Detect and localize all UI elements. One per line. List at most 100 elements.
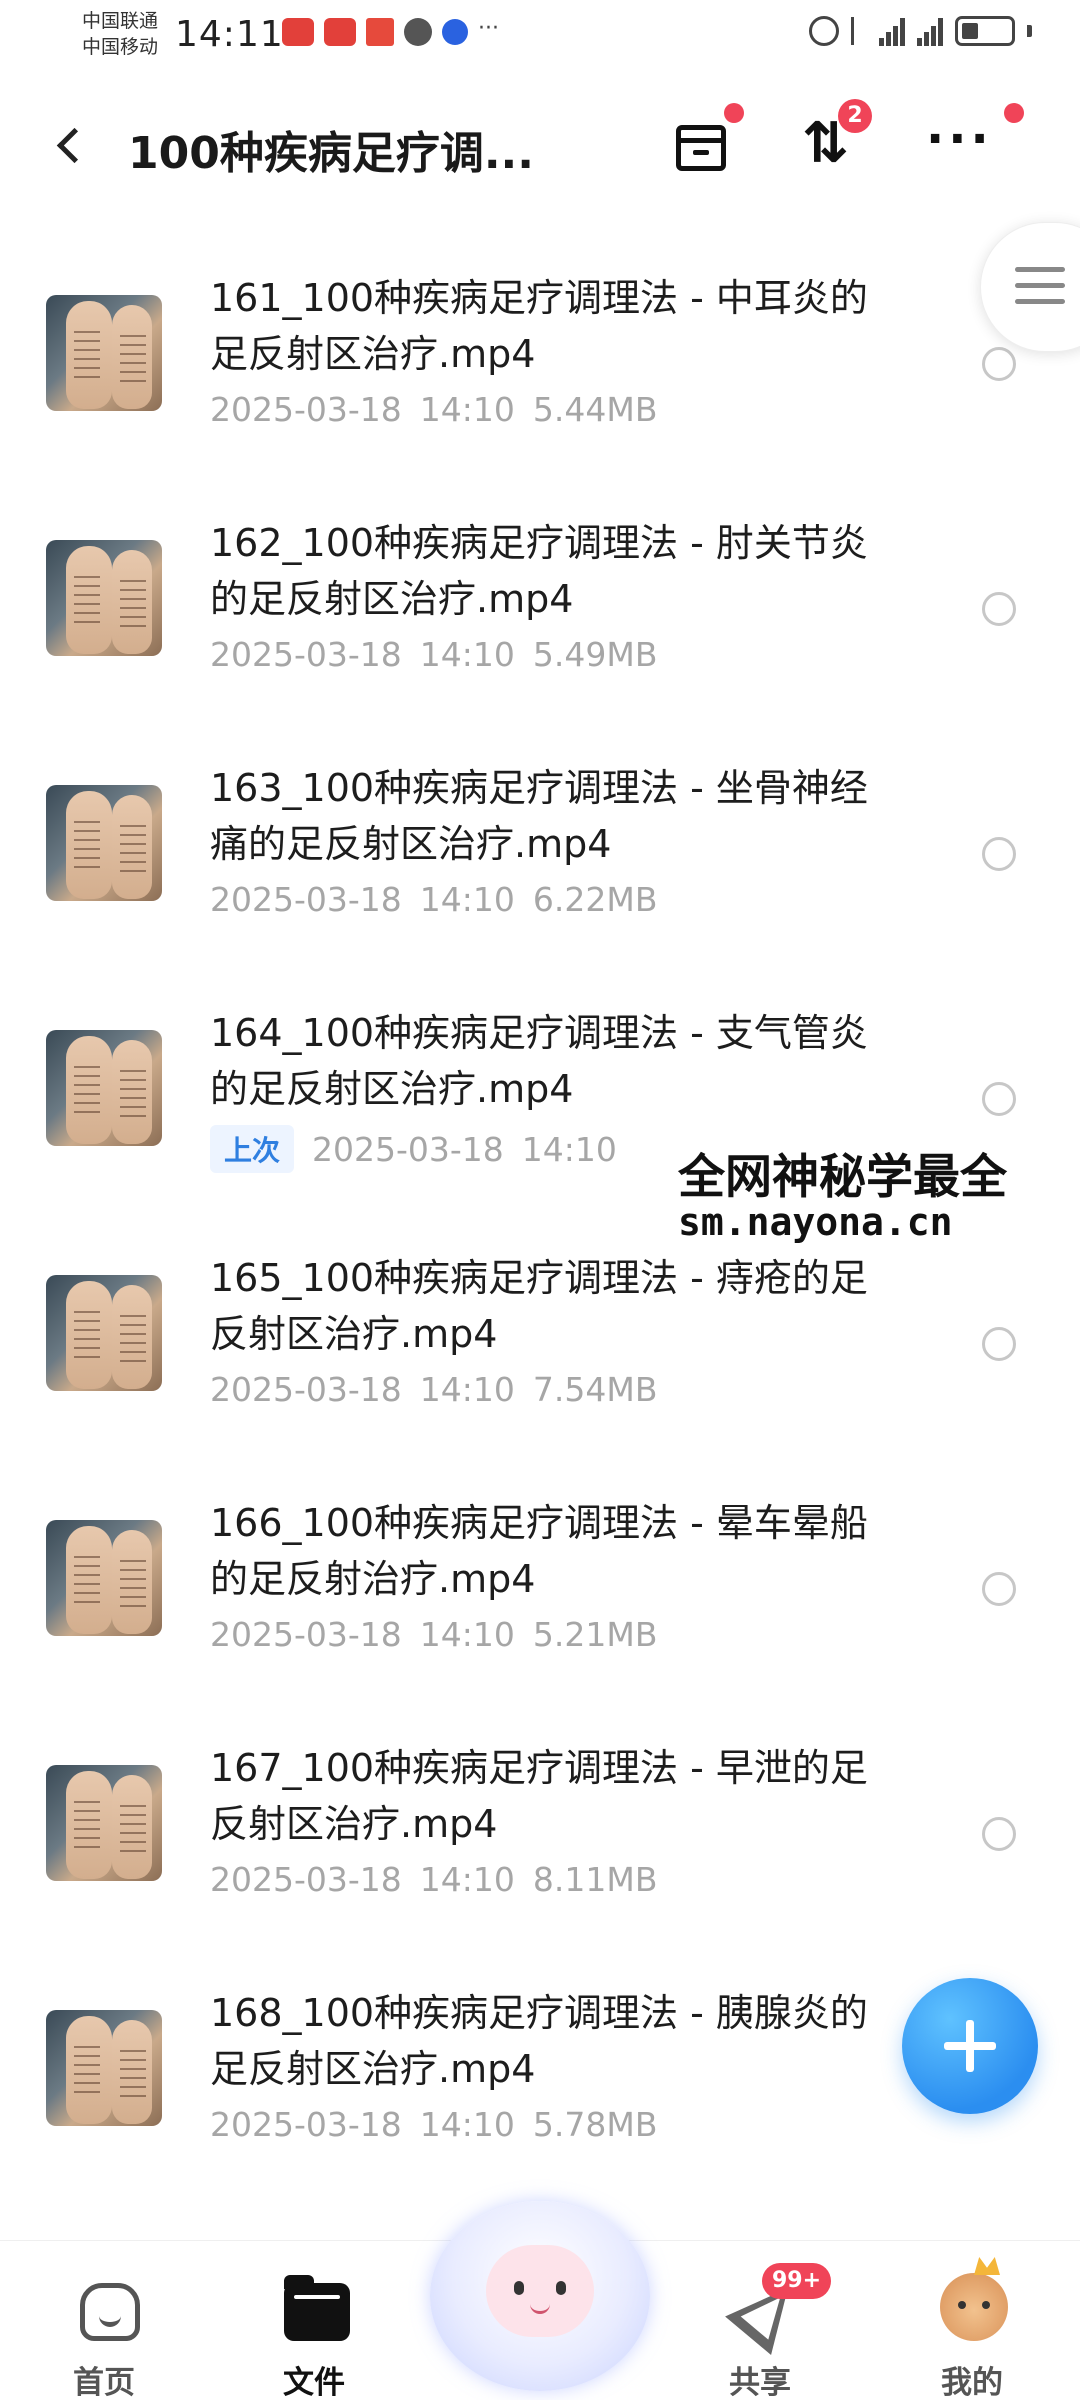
- file-meta: 2025-03-18 14:10 8.11MB: [210, 1860, 657, 1899]
- watermark-overlay: 全网神秘学最全 sm.nayona.cn: [672, 1136, 1080, 1256]
- file-time: 14:10: [419, 1370, 515, 1409]
- share-count-badge: 99+: [762, 2263, 832, 2299]
- file-time: 14:10: [419, 1615, 515, 1654]
- archive-red-dot: [724, 103, 744, 123]
- app-screen: 中国联通 中国移动 14:11 ··· 100种疾病足疗调... ⇅ 2 ···…: [0, 0, 1080, 2400]
- file-row[interactable]: 162_100种疾病足疗调理法 - 肘关节炎的足反射区治疗.mp4 2025-0…: [0, 495, 1080, 740]
- file-date: 2025-03-18: [210, 1370, 402, 1409]
- archive-button[interactable]: [660, 103, 744, 187]
- video-thumbnail: [46, 1030, 162, 1146]
- top-bar: 100种疾病足疗调... ⇅ 2 ···: [0, 95, 1080, 195]
- system-icons: [809, 16, 1032, 46]
- file-size: 5.44MB: [532, 390, 658, 429]
- avatar: [940, 2273, 1008, 2341]
- select-radio[interactable]: [982, 592, 1016, 626]
- huawei-app-icon: [282, 18, 314, 46]
- add-button[interactable]: [902, 1978, 1038, 2114]
- select-radio[interactable]: [982, 837, 1016, 871]
- video-thumbnail: [46, 2010, 162, 2126]
- video-thumbnail: [46, 540, 162, 656]
- file-time: 14:10: [419, 880, 515, 919]
- file-date: 2025-03-18: [210, 1615, 402, 1654]
- battery-tip: [1027, 25, 1032, 37]
- file-row[interactable]: 167_100种疾病足疗调理法 - 早泄的足反射区治疗.mp4 2025-03-…: [0, 1720, 1080, 1965]
- home-icon: [80, 2283, 140, 2341]
- select-radio[interactable]: [982, 347, 1016, 381]
- signal-icon: [879, 16, 905, 46]
- file-row[interactable]: 165_100种疾病足疗调理法 - 痔疮的足反射区治疗.mp4 2025-03-…: [0, 1230, 1080, 1475]
- file-size: 5.21MB: [532, 1615, 658, 1654]
- archive-icon: [676, 125, 726, 171]
- file-size: 8.11MB: [532, 1860, 658, 1899]
- file-date: 2025-03-18: [210, 1860, 402, 1899]
- file-name: 161_100种疾病足疗调理法 - 中耳炎的足反射区治疗.mp4: [210, 276, 868, 376]
- select-radio[interactable]: [982, 1082, 1016, 1116]
- carrier-1: 中国联通: [82, 10, 159, 32]
- file-meta: 2025-03-18 14:10 6.22MB: [210, 880, 657, 919]
- file-meta: 2025-03-18 14:10 5.49MB: [210, 635, 657, 674]
- video-thumbnail: [46, 1765, 162, 1881]
- more-notifications-icon: ···: [478, 16, 499, 41]
- bottom-nav: 首页 文件 99+ 共享 我的: [0, 2201, 1080, 2400]
- sort-transfer-button[interactable]: ⇅ 2: [790, 99, 872, 187]
- signal-icon: [917, 16, 943, 46]
- status-bar: 中国联通 中国移动 14:11 ···: [0, 0, 1080, 74]
- carrier-2: 中国移动: [82, 36, 159, 58]
- carrier-info: 中国联通 中国移动: [82, 8, 158, 60]
- file-row[interactable]: 166_100种疾病足疗调理法 - 晕车晕船的足反射治疗.mp4 2025-03…: [0, 1475, 1080, 1720]
- more-icon: ···: [926, 111, 993, 167]
- nav-mine-label: 我的: [941, 2365, 1003, 2400]
- file-time: 14:10: [521, 1129, 617, 1169]
- nav-home-label: 首页: [73, 2365, 135, 2400]
- file-time: 14:10: [419, 1860, 515, 1899]
- select-radio[interactable]: [982, 1817, 1016, 1851]
- file-meta: 上次 2025-03-18 14:10: [210, 1125, 617, 1173]
- file-date: 2025-03-18: [210, 390, 402, 429]
- nav-share-label: 共享: [729, 2365, 791, 2400]
- select-radio[interactable]: [982, 1327, 1016, 1361]
- mascot-face: [486, 2245, 594, 2337]
- file-date: 2025-03-18: [210, 635, 402, 674]
- video-thumbnail: [46, 1520, 162, 1636]
- nav-share[interactable]: 99+ 共享: [700, 2263, 832, 2400]
- file-meta: 2025-03-18 14:10 5.78MB: [210, 2105, 657, 2144]
- file-time: 14:10: [419, 390, 515, 429]
- bluetooth-icon: [851, 17, 867, 45]
- file-time: 14:10: [419, 2105, 515, 2144]
- back-button[interactable]: [40, 115, 100, 175]
- watermark-url: sm.nayona.cn: [678, 1200, 953, 1244]
- file-size: 6.22MB: [532, 880, 658, 919]
- alarm-icon: [809, 16, 839, 46]
- ai-assistant-mascot[interactable]: [430, 2181, 650, 2396]
- file-size: 5.49MB: [532, 635, 658, 674]
- book-icon: [366, 18, 394, 46]
- file-date: 2025-03-18: [210, 2105, 402, 2144]
- transfer-count-badge: 2: [838, 99, 872, 133]
- page-title: 100种疾病足疗调...: [128, 128, 534, 179]
- file-row[interactable]: 161_100种疾病足疗调理法 - 中耳炎的足反射区治疗.mp4 2025-03…: [0, 250, 1080, 495]
- status-time: 14:11: [175, 14, 284, 55]
- nav-files[interactable]: 文件: [254, 2267, 374, 2400]
- file-name: 162_100种疾病足疗调理法 - 肘关节炎的足反射区治疗.mp4: [210, 521, 868, 621]
- more-button[interactable]: ···: [920, 103, 1024, 187]
- file-name: 166_100种疾病足疗调理法 - 晕车晕船的足反射治疗.mp4: [210, 1501, 868, 1601]
- file-meta: 2025-03-18 14:10 5.21MB: [210, 1615, 657, 1654]
- video-thumbnail: [46, 1275, 162, 1391]
- folder-icon: [284, 2275, 350, 2341]
- file-row[interactable]: 163_100种疾病足疗调理法 - 坐骨神经痛的足反射区治疗.mp4 2025-…: [0, 740, 1080, 985]
- file-date: 2025-03-18: [312, 1129, 504, 1169]
- file-meta: 2025-03-18 14:10 7.54MB: [210, 1370, 657, 1409]
- last-watched-tag: 上次: [210, 1125, 295, 1173]
- nav-files-label: 文件: [283, 2365, 345, 2400]
- file-size: 7.54MB: [532, 1370, 658, 1409]
- list-menu-icon: [1015, 267, 1065, 315]
- notification-icons: ···: [282, 18, 508, 46]
- nav-home[interactable]: 首页: [44, 2267, 164, 2400]
- nav-mine[interactable]: 我的: [912, 2267, 1032, 2400]
- select-radio[interactable]: [982, 1572, 1016, 1606]
- file-name: 165_100种疾病足疗调理法 - 痔疮的足反射区治疗.mp4: [210, 1256, 868, 1356]
- file-name: 163_100种疾病足疗调理法 - 坐骨神经痛的足反射区治疗.mp4: [210, 766, 868, 866]
- file-date: 2025-03-18: [210, 880, 402, 919]
- more-red-dot: [1004, 103, 1024, 123]
- baidu-paw-icon: [442, 19, 468, 45]
